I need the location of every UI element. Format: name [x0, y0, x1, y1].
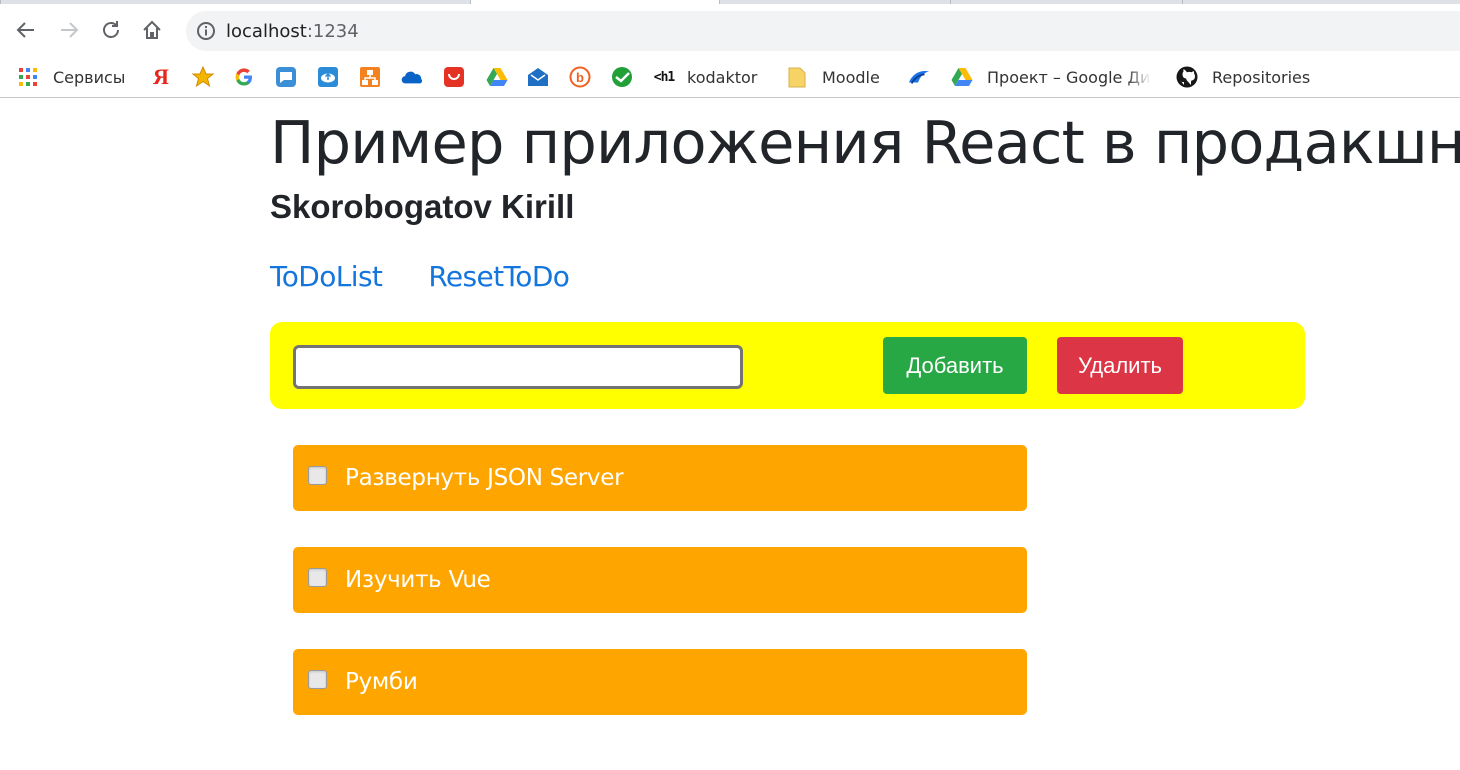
todo-input[interactable] [293, 345, 743, 389]
bookmark-label: Repositories [1212, 67, 1311, 87]
bookmark-h1[interactable]: <h1 [653, 65, 676, 89]
aliexpress-icon [443, 66, 465, 88]
delete-button[interactable]: Удалить [1057, 337, 1183, 394]
bookmark-onedrive[interactable] [401, 65, 423, 89]
star-icon [192, 66, 214, 88]
org-chart-icon [359, 66, 381, 88]
bookmark-b[interactable]: b [569, 65, 591, 89]
nav-links: ToDoList ResetToDo [270, 257, 615, 297]
h1-glyph: <h1 [653, 69, 676, 85]
chat-icon [275, 66, 297, 88]
yandex-icon: Я [150, 64, 172, 89]
todo-checkbox[interactable] [308, 568, 327, 587]
bookmark-repositories[interactable]: Repositories [1176, 65, 1310, 89]
google-drive-icon [951, 66, 973, 88]
todo-text: Развернуть JSON Server [345, 465, 624, 491]
nav-link-resettodo[interactable]: ResetToDo [428, 257, 570, 297]
bookmark-kodaktor[interactable]: kodaktor [673, 65, 757, 89]
bookmark-services[interactable]: Сервисы [17, 65, 125, 89]
moodle-icon [908, 66, 930, 88]
todo-text: Изучить Vue [345, 567, 491, 593]
onedrive-icon [401, 66, 423, 88]
google-icon [233, 66, 255, 88]
bookmarks-bar: Сервисы Я b <h1 kodaktor Moodle Проект –… [0, 56, 1460, 98]
bookmark-cloud[interactable] [317, 65, 339, 89]
bookmark-yandex[interactable]: Я [150, 64, 172, 89]
bookmark-chat[interactable] [275, 65, 297, 89]
folder-icon [786, 66, 808, 88]
page-content: Пример приложения React в продакшн Skoro… [0, 99, 1460, 770]
yandex-glyph: Я [153, 64, 169, 89]
page-title: Пример приложения React в продакшн [270, 108, 1460, 177]
bookmark-moodle-logo[interactable] [908, 65, 930, 89]
url-port: :1234 [306, 20, 359, 42]
bookmark-label: kodaktor [687, 67, 758, 87]
nav-link-todolist[interactable]: ToDoList [270, 257, 383, 297]
bookmark-org[interactable] [359, 65, 381, 89]
page-subtitle: Skorobogatov Kirill [270, 188, 575, 225]
bookmark-drive[interactable] [486, 65, 508, 89]
home-icon[interactable] [138, 16, 166, 44]
todo-item[interactable]: Изучить Vue [293, 547, 1027, 613]
back-icon[interactable] [12, 16, 40, 44]
add-button[interactable]: Добавить [883, 337, 1027, 394]
url-host: localhost [226, 20, 307, 42]
todo-item[interactable]: Румби [293, 649, 1027, 715]
todo-item[interactable]: Развернуть JSON Server [293, 445, 1027, 511]
h1-icon: <h1 [653, 66, 676, 88]
bookmark-label: Сервисы [53, 67, 126, 87]
site-info-icon[interactable] [196, 21, 216, 41]
bookmark-google[interactable] [233, 65, 255, 89]
bookmark-moodle[interactable]: Moodle [786, 65, 880, 89]
browser-toolbar: localhost:1234 [0, 4, 1460, 56]
google-drive-icon [486, 66, 508, 88]
apps-grid-icon [17, 66, 39, 88]
mail-icon [527, 66, 549, 88]
reload-icon[interactable] [97, 16, 125, 44]
todo-list: Развернуть JSON Server Изучить Vue Румби [293, 445, 1027, 751]
bookmark-aliexpress[interactable] [443, 65, 465, 89]
add-todo-form: Добавить Удалить [270, 322, 1305, 409]
svg-text:b: b [576, 70, 584, 85]
bookmark-project-drive[interactable]: Проект – Google Ди [951, 65, 1151, 89]
todo-checkbox[interactable] [308, 466, 327, 485]
b-icon: b [569, 66, 591, 88]
todo-checkbox[interactable] [308, 670, 327, 689]
address-bar[interactable]: localhost:1234 [186, 11, 1460, 51]
cloud-upload-icon [317, 66, 339, 88]
bookmark-label: Проект – Google Ди [987, 67, 1151, 87]
github-icon [1176, 66, 1198, 88]
todo-text: Румби [345, 669, 418, 695]
bookmark-label: Moodle [822, 67, 880, 87]
bookmark-sber[interactable] [611, 65, 633, 89]
url-text: localhost:1234 [226, 21, 359, 42]
bookmark-star[interactable] [192, 65, 214, 89]
bookmark-mail[interactable] [527, 65, 549, 89]
sberbank-icon [611, 66, 633, 88]
forward-icon[interactable] [55, 16, 83, 44]
